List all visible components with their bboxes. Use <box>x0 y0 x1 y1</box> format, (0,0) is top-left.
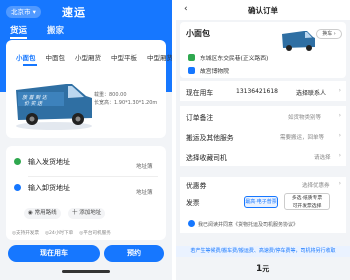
vehicle-tab-mid-flatbed[interactable]: 中型平板 <box>111 52 137 62</box>
service-tips: ◎支持开发票 ◎24小时下单 ◎平台司机服务 <box>12 230 111 236</box>
use-now-button[interactable]: 现在用车 <box>8 245 100 262</box>
change-vehicle-button[interactable]: 换车 › <box>316 29 342 39</box>
top-bar: ‹ 确认订单 <box>176 0 350 20</box>
electronic-invoice-option[interactable]: 最高·电子普票 <box>244 196 278 208</box>
agreement-text[interactable]: 我已阅读并同意《货物托运及司机服务协议》 <box>198 221 298 228</box>
address-book-link[interactable]: 地址簿 <box>136 188 153 196</box>
home-indicator <box>62 270 110 273</box>
vehicle-name: 小面包 <box>186 29 210 38</box>
divider <box>28 176 158 177</box>
payment-group: 优惠券 选择优惠券 › 发票 最高·电子普票 多选·纸质专票 可开发票选择 我已… <box>180 177 346 233</box>
order-summary-card: 小面包 换车 › 东城区东交民巷(正义路西) 故宫博物院 <box>180 22 346 78</box>
vehicle-tab-mid-van[interactable]: 中面包 <box>46 52 66 62</box>
remark-label: 订单备注 <box>186 114 214 122</box>
confirm-order-screen: ‹ 确认订单 小面包 换车 › 东城区东交民巷(正义路西) 故宫博物院 现在用车… <box>176 0 350 280</box>
svg-text:价 实 送: 价 实 送 <box>24 100 43 107</box>
vehicle-tab-small-box[interactable]: 小型厢货 <box>75 52 101 62</box>
options-group: 订单备注 如货物类别等 › 搬运及其他服务 需要搬运，回单等 › 选择收藏司机 … <box>180 106 346 166</box>
fee-notice: 若产生等候费/搬车费/搬运费、高速费/停车费等，司机将另行收取 <box>176 246 350 257</box>
main-tabs: 货运 搬家 <box>10 24 64 39</box>
driver-hint[interactable]: 请选择 <box>314 153 331 161</box>
price-display: 1元 <box>256 264 269 274</box>
chevron-right-icon: › <box>338 132 341 139</box>
page-title: 确认订单 <box>248 6 278 15</box>
vehicle-tab-mid-box[interactable]: 中型厢货 <box>147 52 172 62</box>
service-hint[interactable]: 需要搬运，回单等 <box>280 133 324 141</box>
end-marker-icon <box>188 67 195 74</box>
service-label: 搬运及其他服务 <box>186 134 234 142</box>
tip-invoice: ◎支持开发票 <box>12 231 39 236</box>
vehicle-spec: 载重：800.00 长宽高：1.90*1.30*1.20m <box>94 91 157 107</box>
city-label: 北京市 <box>11 8 31 16</box>
to-address-input[interactable]: 输入卸货地址 <box>28 183 70 193</box>
van-illustration: 放 首 到 达 价 实 送 <box>16 84 92 130</box>
vehicle-tab-small-van[interactable]: 小面包 <box>16 52 36 62</box>
price-unit: 元 <box>262 265 270 273</box>
paper-invoice-line2: 可开发票选择 <box>292 203 322 209</box>
agree-checkbox[interactable] <box>188 220 195 227</box>
home-screen: 北京市 ▾ 速运 货运 搬家 小面包 中面包 小型厢货 中型平板 中型厢货 放 … <box>0 0 172 280</box>
chevron-right-icon: › <box>338 180 341 187</box>
start-dot-icon <box>14 158 21 165</box>
remark-hint[interactable]: 如货物类别等 <box>288 113 321 121</box>
from-address-input[interactable]: 输入发货地址 <box>28 157 70 167</box>
contact-row[interactable]: 现在用车 13136421618 选择联系人 › <box>180 81 346 101</box>
chevron-right-icon: › <box>338 87 341 94</box>
contact-label: 现在用车 <box>186 89 214 97</box>
tab-freight[interactable]: 货运 <box>10 24 28 39</box>
address-card: 输入发货地址 地址簿 输入卸货地址 地址簿 ◉ 常用路线 十 添加地址 <box>6 146 166 240</box>
chevron-down-icon: ▾ <box>32 8 36 16</box>
coupon-hint[interactable]: 选择优惠券 <box>302 181 330 189</box>
paper-invoice-line1: 多选·纸质专票 <box>291 196 323 201</box>
vehicle-type-tabs: 小面包 中面包 小型厢货 中型平板 中型厢货 <box>16 52 172 62</box>
tip-driver: ◎平台司机服务 <box>79 231 111 236</box>
tip-24h: ◎24小时下单 <box>44 231 74 236</box>
spec-weight: 载重：800.00 <box>94 92 127 98</box>
add-stop-button[interactable]: 十 添加地址 <box>68 208 106 219</box>
paper-invoice-option[interactable]: 多选·纸质专票 可开发票选择 <box>284 193 330 210</box>
start-marker-icon <box>188 54 195 61</box>
tab-moving[interactable]: 搬家 <box>47 24 64 39</box>
address-book-link[interactable]: 地址簿 <box>136 162 153 170</box>
van-thumbnail <box>282 31 315 51</box>
city-selector[interactable]: 北京市 ▾ <box>6 6 41 18</box>
chevron-right-icon: › <box>338 112 341 119</box>
spec-size: 长宽高：1.90*1.30*1.20m <box>94 100 158 106</box>
chevron-right-icon: › <box>338 152 341 159</box>
to-address: 故宫博物院 <box>200 69 229 75</box>
reserve-button[interactable]: 预约 <box>104 245 164 262</box>
driver-label: 选择收藏司机 <box>186 154 227 162</box>
invoice-label: 发票 <box>186 199 200 207</box>
vehicle-card: 小面包 中面包 小型厢货 中型平板 中型厢货 放 首 到 达 价 实 送 载重：… <box>6 40 172 138</box>
from-address: 东城区东交民巷(正义路西) <box>200 56 269 62</box>
end-dot-icon <box>14 184 21 191</box>
contact-phone: 13136421618 <box>236 88 278 95</box>
svg-text:放 首 到 达: 放 首 到 达 <box>22 94 48 101</box>
common-route-button[interactable]: ◉ 常用路线 <box>24 208 61 219</box>
tab-indicator <box>23 64 37 66</box>
brand-logo: 速运 <box>62 6 86 19</box>
choose-contact-link[interactable]: 选择联系人 <box>296 88 326 97</box>
common-route-label: 常用路线 <box>34 210 57 216</box>
coupon-label: 优惠券 <box>186 182 207 190</box>
